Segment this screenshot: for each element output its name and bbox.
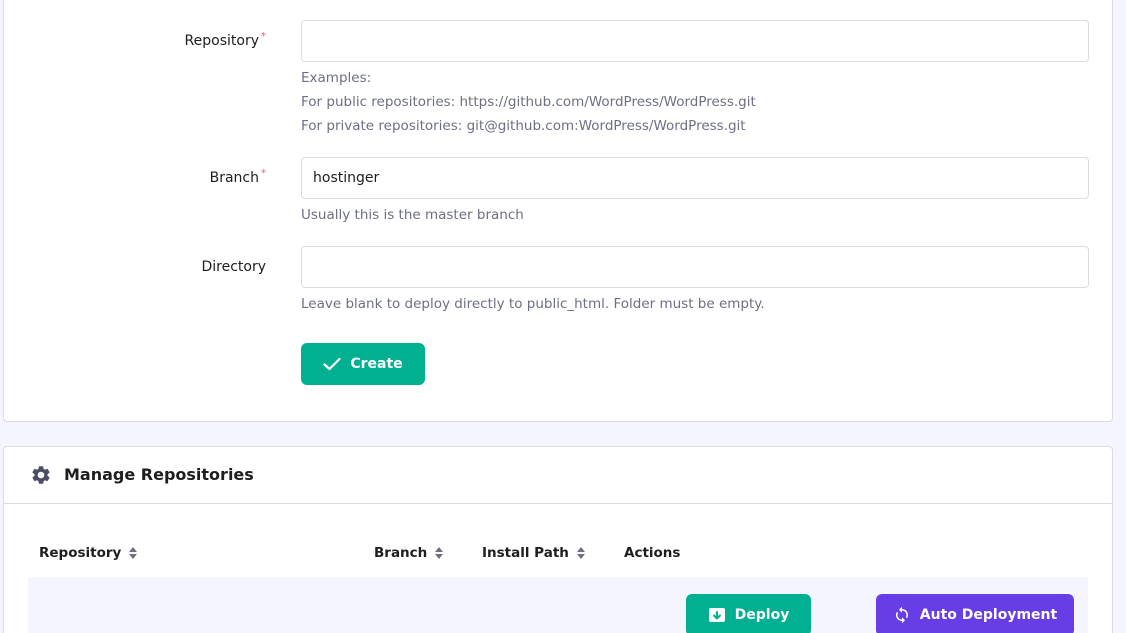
branch-label: Branch * bbox=[209, 168, 266, 186]
column-header-install-path[interactable]: Install Path bbox=[482, 545, 585, 561]
create-button-label: Create bbox=[350, 356, 403, 372]
deploy-button[interactable]: Deploy bbox=[686, 594, 811, 633]
directory-hint: Leave blank to deploy directly to public… bbox=[301, 296, 765, 312]
archive-box-icon bbox=[708, 608, 725, 622]
repository-label: Repository * bbox=[184, 31, 266, 49]
auto-deployment-button-label: Auto Deployment bbox=[919, 607, 1058, 623]
deploy-button-label: Deploy bbox=[734, 607, 790, 623]
repository-input[interactable] bbox=[301, 20, 1089, 62]
required-mark: * bbox=[261, 168, 266, 179]
sort-icon bbox=[576, 547, 585, 559]
create-button[interactable]: Create bbox=[301, 343, 425, 385]
create-repository-card: Repository * Examples: For public reposit… bbox=[3, 0, 1113, 422]
manage-title: Manage Repositories bbox=[64, 465, 254, 484]
directory-input[interactable] bbox=[301, 246, 1089, 288]
repository-hint-private: For private repositories: git@github.com… bbox=[301, 118, 746, 134]
directory-label: Directory bbox=[201, 259, 266, 275]
gear-icon bbox=[32, 466, 50, 484]
repository-hint-public: For public repositories: https://github.… bbox=[301, 94, 756, 110]
branch-input[interactable] bbox=[301, 157, 1089, 199]
column-header-actions: Actions bbox=[624, 545, 681, 561]
required-mark: * bbox=[261, 31, 266, 42]
manage-header: Manage Repositories bbox=[4, 447, 1112, 504]
column-header-branch[interactable]: Branch bbox=[374, 545, 444, 561]
branch-hint: Usually this is the master branch bbox=[301, 207, 524, 223]
sort-icon bbox=[129, 547, 138, 559]
sync-icon bbox=[895, 606, 908, 624]
sort-icon bbox=[435, 547, 444, 559]
auto-deployment-button[interactable]: Auto Deployment bbox=[876, 594, 1074, 633]
repository-hint-examples: Examples: bbox=[301, 70, 372, 86]
manage-repositories-card: Manage Repositories Repository Branch In… bbox=[3, 446, 1113, 633]
check-icon bbox=[323, 357, 341, 371]
column-header-repository[interactable]: Repository bbox=[39, 545, 138, 561]
